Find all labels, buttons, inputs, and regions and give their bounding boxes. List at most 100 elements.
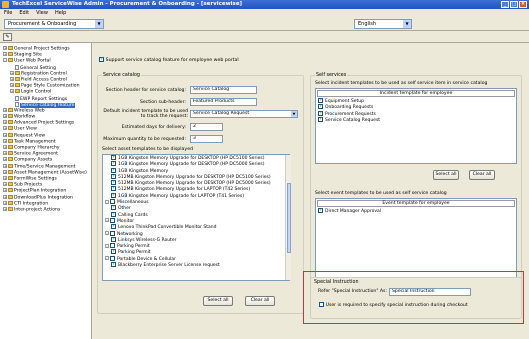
asset-checkbox[interactable] (110, 217, 115, 223)
language-select[interactable]: English ▼ (354, 19, 412, 29)
menu-view[interactable]: View (36, 9, 48, 17)
expand-icon[interactable]: + (10, 83, 14, 88)
expand-icon[interactable]: + (10, 89, 14, 94)
collapse-icon[interactable]: - (105, 231, 109, 236)
folder-icon (8, 206, 13, 211)
tree-item-label: Page Style Customization (21, 83, 80, 89)
tree-item-label: User Web Portal (14, 58, 51, 64)
expand-icon[interactable]: + (3, 107, 7, 112)
asset-checkbox[interactable] (110, 199, 115, 205)
expand-icon[interactable]: + (3, 46, 7, 50)
service-catalog-group: Service catalog Section header for servi… (97, 73, 304, 314)
tree-item[interactable]: + Inter-project Actions (0, 206, 91, 213)
expand-icon[interactable]: + (3, 151, 7, 156)
expand-icon[interactable]: + (3, 126, 7, 131)
asset-checkbox[interactable] (111, 185, 116, 192)
incident-template-item[interactable]: Service Catalog Request (316, 116, 516, 123)
close-button[interactable]: × (519, 1, 527, 8)
asset-templates-list[interactable]: 1GB Kingston Memory Upgrade for DESKTOP … (102, 154, 290, 281)
incident-template-checkbox[interactable] (318, 116, 323, 123)
expand-icon[interactable]: + (3, 182, 7, 187)
expand-icon[interactable]: + (3, 169, 7, 174)
asset-checkbox[interactable] (110, 243, 115, 249)
default-template-select[interactable]: Service Catalog Request ▼ (190, 110, 298, 118)
incident-template-checkbox[interactable] (318, 97, 323, 103)
expand-icon[interactable]: + (3, 52, 7, 57)
asset-label: Parking Permit (117, 244, 150, 250)
project-select-value: Procurement & Onboarding (8, 21, 77, 27)
asset-checkbox[interactable] (111, 192, 116, 198)
tree-item-label: Request View (14, 133, 46, 139)
section-header-input[interactable]: Service Catalog (190, 86, 257, 94)
asset-checkbox[interactable] (111, 204, 116, 211)
asset-checkbox[interactable] (111, 211, 116, 217)
asset-checkbox[interactable] (111, 179, 116, 185)
event-template-item[interactable]: Direct Manager Approval (316, 207, 516, 214)
incident-clear-all-button[interactable]: Clear all (469, 170, 495, 180)
max-quantity-input[interactable]: 3 (190, 135, 223, 143)
expand-icon[interactable]: + (3, 132, 7, 137)
asset-list-scrollbar[interactable] (285, 155, 291, 280)
asset-label: Other (118, 206, 131, 212)
save-icon[interactable]: ✎ (3, 33, 12, 41)
expand-icon[interactable]: + (3, 200, 7, 205)
asset-checkbox[interactable] (111, 167, 116, 173)
menu-edit[interactable]: Edit (19, 9, 29, 17)
expand-icon[interactable]: + (3, 163, 7, 168)
support-catalog-checkbox[interactable] (99, 56, 104, 62)
menu-file[interactable]: File (4, 9, 12, 17)
collapse-icon[interactable]: - (105, 199, 109, 204)
minimize-button[interactable]: _ (501, 1, 509, 8)
event-template-checkbox[interactable] (318, 207, 323, 213)
asset-checkbox[interactable] (111, 173, 116, 179)
asset-item[interactable]: Blackberry Enterprise Server License req… (103, 261, 289, 268)
expand-icon[interactable]: + (3, 157, 7, 162)
asset-checkbox[interactable] (111, 248, 116, 255)
expand-icon[interactable]: + (3, 188, 7, 193)
tree-item-label: Asset Management (AssetWise) (14, 170, 87, 176)
project-select[interactable]: Procurement & Onboarding ▼ (4, 19, 104, 29)
incident-template-checkbox[interactable] (318, 103, 323, 110)
menu-help[interactable]: Help (55, 9, 66, 17)
expand-icon[interactable]: + (3, 145, 7, 149)
chevron-down-icon: ▼ (403, 20, 411, 28)
asset-label: 1GB Kingston Memory Upgrade for LAPTOP (… (118, 193, 245, 199)
asset-checkbox[interactable] (111, 236, 116, 242)
collapse-icon[interactable]: - (105, 243, 109, 248)
incident-template-label: Equipment Setup (325, 99, 364, 104)
incident-template-checkbox[interactable] (318, 110, 323, 116)
scrollbar-thumb[interactable] (287, 183, 291, 253)
collapse-icon[interactable]: - (105, 218, 109, 223)
expand-icon[interactable]: + (10, 70, 14, 75)
asset-label: Linksys Wireless-G Router (118, 237, 177, 243)
tree-item-label: Advanced Project Settings (14, 120, 75, 126)
incident-templates-list[interactable]: Incident template for employee Equipment… (315, 88, 517, 164)
asset-label: Networking (117, 231, 143, 237)
expand-icon[interactable]: + (10, 76, 14, 81)
expand-icon[interactable]: + (3, 206, 7, 211)
asset-checkbox[interactable] (111, 160, 116, 167)
incident-select-all-button[interactable]: Select all (433, 170, 459, 180)
expand-icon[interactable]: + (3, 138, 7, 143)
asset-item[interactable]: 1GB Kingston Memory Upgrade for DESKTOP … (103, 160, 289, 167)
asset-checkbox[interactable] (110, 255, 115, 261)
collapse-icon[interactable]: - (3, 58, 7, 63)
asset-checkbox[interactable] (111, 261, 116, 267)
expand-icon[interactable]: + (3, 175, 7, 180)
estimated-days-input[interactable]: 2 (190, 123, 223, 131)
expand-icon[interactable]: + (3, 194, 7, 199)
asset-checkbox[interactable] (110, 230, 115, 236)
service-catalog-group-title: Service catalog (102, 73, 141, 78)
expand-icon[interactable]: + (3, 114, 7, 119)
asset-label: 512MB Kingston Memory Upgrade for DESKTO… (118, 174, 271, 180)
assets-select-all-button[interactable]: Select all (203, 296, 233, 306)
asset-checkbox[interactable] (111, 223, 116, 230)
maximize-button[interactable]: □ (510, 1, 518, 8)
assets-clear-all-button[interactable]: Clear all (245, 296, 275, 306)
asset-label: Portable Device & Cellular (117, 256, 176, 262)
event-templates-list[interactable]: Event template for employee Direct Manag… (315, 198, 517, 282)
collapse-icon[interactable]: - (105, 256, 109, 261)
asset-checkbox[interactable] (111, 155, 116, 160)
expand-icon[interactable]: + (3, 120, 7, 125)
section-subheader-input[interactable]: Featured Products (190, 98, 257, 106)
